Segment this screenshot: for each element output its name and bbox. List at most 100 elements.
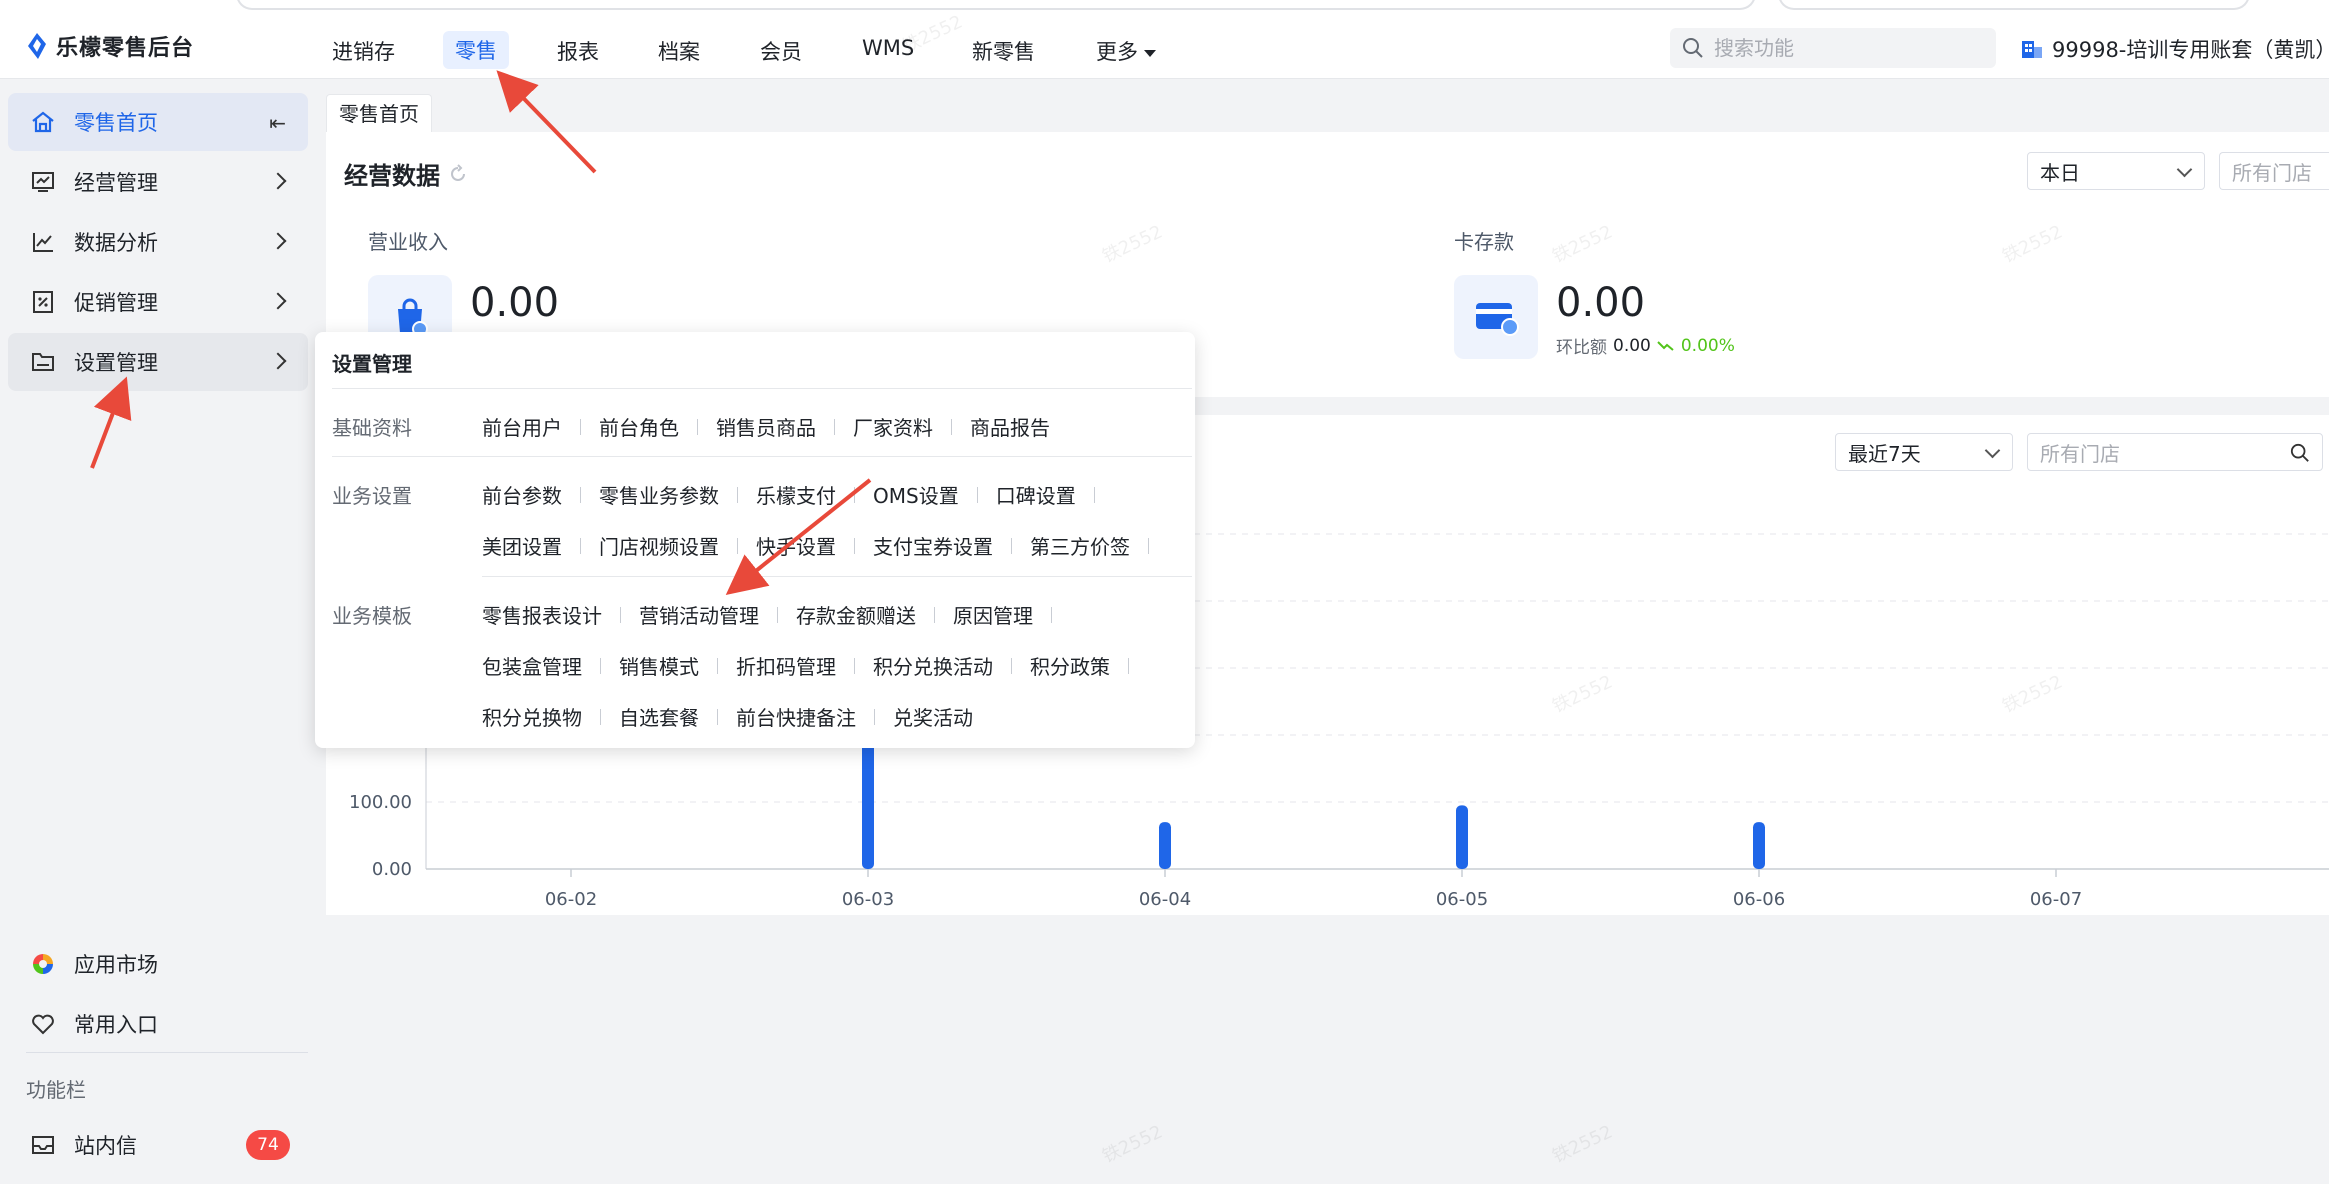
sidebar-item-label: 零售首页 [74, 111, 158, 135]
nav-item-inventory[interactable]: 进销存 [332, 36, 395, 66]
card-deposit-icon-box [1454, 275, 1538, 359]
sidebar-item-favorites[interactable]: 常用入口 [8, 995, 308, 1053]
flyout-menu-link[interactable]: 支付宝券设置 [873, 531, 993, 560]
flyout-menu-link[interactable]: 美团设置 [482, 531, 562, 560]
sidebar-item-settings[interactable]: 设置管理 [8, 333, 308, 391]
flyout-menu-link[interactable]: 门店视频设置 [599, 531, 719, 560]
brand-logo[interactable]: 乐檬零售后台 [26, 30, 194, 62]
y-tick-label: 0.00 [372, 859, 412, 880]
flyout-divider [482, 576, 1192, 577]
compare-value: 0.00 [1613, 335, 1651, 356]
sidebar-item-app-market[interactable]: 应用市场 [8, 935, 308, 993]
flyout-menu-link[interactable]: 第三方价签 [1030, 531, 1130, 560]
flyout-menu-link[interactable]: 销售模式 [619, 651, 699, 680]
link-separator [976, 486, 978, 503]
flyout-divider [332, 456, 1192, 457]
flyout-menu-link[interactable]: 商品报告 [970, 412, 1050, 441]
link-separator [951, 418, 952, 435]
flyout-menu-link[interactable]: 厂家资料 [853, 412, 933, 441]
chevron-down-icon [2176, 161, 2193, 178]
sidebar-item-promotions[interactable]: 促销管理 [8, 273, 308, 331]
chevron-right-icon [269, 232, 287, 250]
flyout-menu-link[interactable]: 营销活动管理 [639, 600, 759, 629]
home-icon [32, 111, 54, 133]
flyout-title: 设置管理 [332, 352, 412, 376]
x-tick-label: 06-05 [1436, 889, 1488, 910]
card-deposit-label: 卡存款 [1454, 230, 1514, 254]
trend-down-icon [1657, 340, 1674, 351]
flyout-menu-link[interactable]: 乐檬支付 [756, 480, 836, 509]
nav-item-more[interactable]: 更多 [1096, 36, 1156, 66]
building-icon [2022, 41, 2042, 58]
store-select[interactable]: 所有门店 [2219, 152, 2329, 190]
nav-item-reports[interactable]: 报表 [557, 36, 599, 66]
refresh-icon[interactable] [448, 163, 468, 184]
flyout-menu-link[interactable]: 前台角色 [599, 412, 679, 441]
tab-retail-home[interactable]: 零售首页 [326, 94, 432, 133]
flyout-menu-link[interactable]: 销售员商品 [716, 412, 816, 441]
sidebar-item-label: 站内信 [74, 1134, 137, 1158]
nav-item-members[interactable]: 会员 [760, 36, 802, 66]
x-tick-label: 06-04 [1139, 889, 1191, 910]
link-separator [620, 606, 621, 623]
sidebar-item-retail-home[interactable]: 零售首页 ⇤ [8, 93, 308, 151]
group-row: 积分兑换物 自选套餐 前台快捷备注 兑奖活动 [482, 702, 973, 731]
chevron-right-icon [269, 352, 287, 370]
link-separator [1148, 537, 1149, 554]
link-separator [1011, 537, 1012, 554]
flyout-menu-link[interactable]: 自选套餐 [619, 702, 699, 731]
link-separator [934, 606, 935, 623]
search-input[interactable] [1712, 35, 1986, 61]
flyout-menu-link[interactable]: 积分兑换物 [482, 702, 582, 731]
folder-settings-icon [32, 353, 54, 371]
flyout-menu-link[interactable]: 包装盒管理 [482, 651, 582, 680]
account-switcher[interactable]: 99998-培训专用账套（黄凯） [2020, 34, 2329, 64]
flyout-menu-link[interactable]: 积分兑换活动 [873, 651, 993, 680]
sidebar-item-label: 设置管理 [74, 351, 158, 375]
chart-bar [1753, 822, 1765, 869]
sidebar-item-label: 应用市场 [74, 953, 158, 977]
monitor-chart-icon [32, 172, 54, 192]
function-bar-label: 功能栏 [26, 1078, 86, 1102]
function-search[interactable] [1670, 28, 1996, 68]
flyout-menu-link[interactable]: 口碑设置 [996, 480, 1076, 509]
period-select[interactable]: 本日 [2027, 152, 2205, 190]
compare-percent: 0.00% [1680, 335, 1735, 356]
sidebar-item-data-analysis[interactable]: 数据分析 [8, 213, 308, 271]
flyout-menu-link[interactable]: 零售报表设计 [482, 600, 602, 629]
credit-card-icon [1476, 303, 1519, 336]
inbox-unread-badge: 74 [246, 1130, 290, 1160]
flyout-menu-link[interactable]: 原因管理 [953, 600, 1033, 629]
watermark: 铁2552 [1549, 1121, 1616, 1168]
flyout-divider [332, 388, 1192, 389]
y-tick-label: 100.00 [349, 792, 412, 813]
flyout-menu-link[interactable]: 兑奖活动 [893, 702, 973, 731]
flyout-menu-link[interactable]: 前台参数 [482, 480, 562, 509]
flyout-menu-link[interactable]: OMS设置 [873, 480, 959, 509]
link-separator [600, 708, 601, 725]
watermark: 铁2552 [1099, 1121, 1166, 1168]
compare-label: 环比额 [1556, 338, 1607, 358]
group-row: 包装盒管理 销售模式 折扣码管理 积分兑换活动 积分政策 [482, 651, 1147, 680]
flyout-menu-link[interactable]: 存款金额赠送 [796, 600, 916, 629]
link-separator [874, 708, 875, 725]
flyout-menu-link[interactable]: 前台用户 [482, 412, 562, 441]
nav-more-label: 更多 [1096, 40, 1138, 64]
link-separator [854, 537, 855, 554]
sidebar-item-operations[interactable]: 经营管理 [8, 153, 308, 211]
x-tick-label: 06-07 [2030, 889, 2082, 910]
link-separator [1051, 606, 1052, 623]
flyout-menu-link[interactable]: 快手设置 [756, 531, 836, 560]
link-separator [697, 418, 698, 435]
flyout-menu-link[interactable]: 折扣码管理 [736, 651, 836, 680]
nav-item-new-retail[interactable]: 新零售 [972, 36, 1035, 66]
nav-item-archives[interactable]: 档案 [658, 36, 700, 66]
nav-item-retail[interactable]: 零售 [443, 31, 509, 69]
flyout-menu-link[interactable]: 前台快捷备注 [736, 702, 856, 731]
link-separator [834, 418, 835, 435]
card-deposit-value: 0.00 [1556, 280, 1646, 326]
flyout-menu-link[interactable]: 积分政策 [1030, 651, 1110, 680]
flyout-menu-link[interactable]: 零售业务参数 [599, 480, 719, 509]
group-label-basic-data: 基础资料 [332, 416, 412, 440]
collapse-sidebar-icon[interactable]: ⇤ [269, 111, 286, 135]
